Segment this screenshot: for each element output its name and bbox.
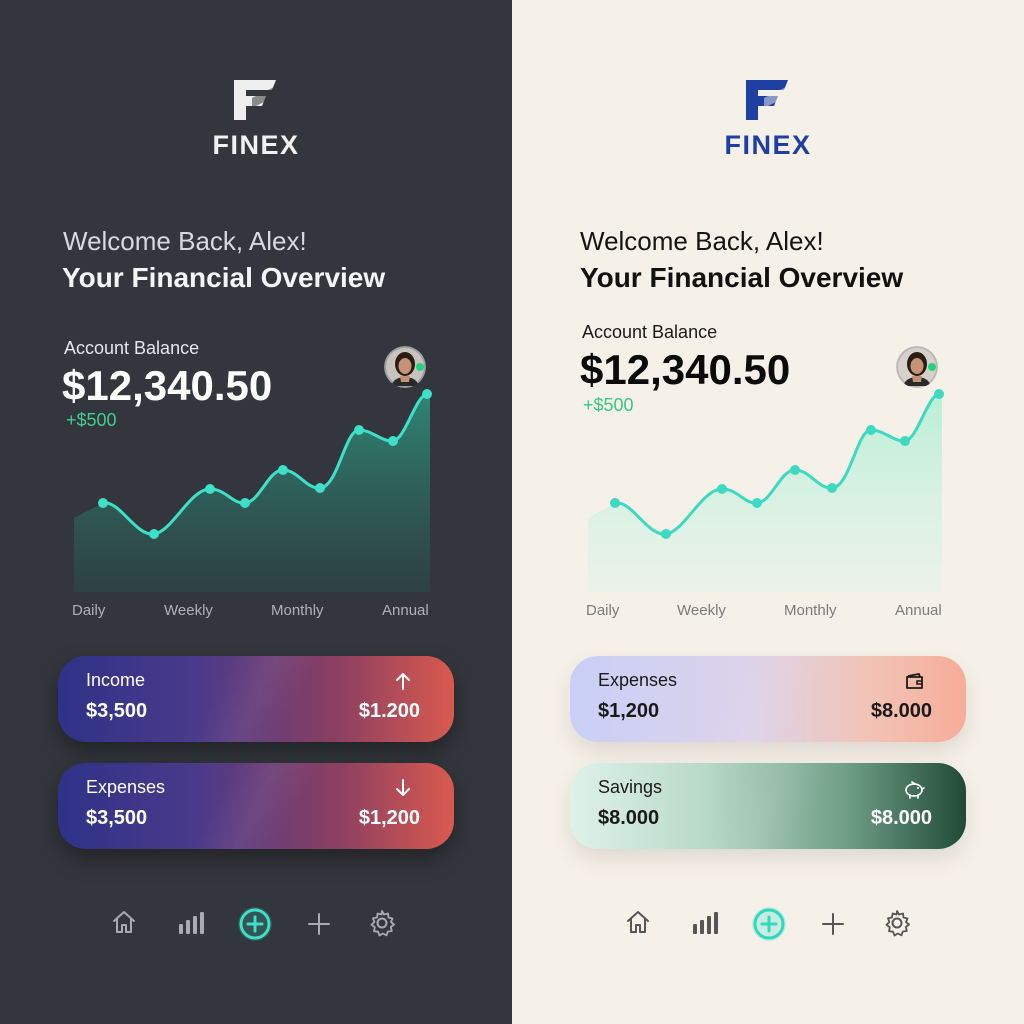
expenses-card[interactable]: Expenses $1,200 $8.000: [570, 656, 966, 742]
balance-chart: [588, 389, 944, 592]
chart-point: [866, 425, 876, 435]
add-circle-icon: [238, 907, 272, 941]
chart-point: [149, 529, 159, 539]
nav-stats-button[interactable]: [177, 908, 209, 940]
plus-icon: [308, 913, 330, 935]
home-icon: [627, 911, 649, 933]
period-weekly[interactable]: Weekly: [164, 602, 213, 619]
savings-card[interactable]: Savings $8.000 $8.000: [570, 763, 966, 849]
card-title: Expenses: [86, 777, 166, 797]
period-monthly[interactable]: Monthly: [271, 602, 324, 619]
nav-plus-button[interactable]: [818, 909, 848, 939]
card-secondary-value: $1.200: [358, 700, 420, 722]
card-secondary-value: $1,200: [358, 807, 420, 829]
chart-point: [900, 436, 910, 446]
nav-add-button[interactable]: [236, 905, 274, 943]
nav-home-button[interactable]: [624, 908, 656, 940]
light-theme-panel: FINEX Welcome Back, Alex! Your Financial…: [512, 0, 1024, 1024]
home-icon: [113, 911, 135, 933]
chart-point: [752, 498, 762, 508]
balance-chart: [74, 389, 432, 592]
bar-chart-icon: [693, 912, 718, 934]
period-annual[interactable]: Annual: [382, 602, 429, 619]
chart-point: [388, 436, 398, 446]
period-daily[interactable]: Daily: [586, 602, 619, 619]
plus-icon: [822, 913, 844, 935]
arrow-up-icon: [396, 673, 410, 690]
chart-point: [934, 389, 944, 399]
chart-point: [278, 465, 288, 475]
card-secondary-value: $8.000: [870, 700, 932, 722]
chart-point: [790, 465, 800, 475]
nav-add-button[interactable]: [750, 905, 788, 943]
card-primary-value: $3,500: [86, 807, 148, 829]
chart-point: [354, 425, 364, 435]
add-circle-icon: [752, 907, 786, 941]
card-primary-value: $8.000: [598, 807, 660, 829]
chart-point: [240, 498, 250, 508]
card-primary-value: $1,200: [598, 700, 660, 722]
card-secondary-value: $8.000: [870, 807, 932, 829]
chart-point: [661, 529, 671, 539]
period-monthly[interactable]: Monthly: [784, 602, 837, 619]
gear-icon: [885, 910, 910, 937]
nav-home-button[interactable]: [110, 908, 142, 940]
card-title: Income: [86, 670, 146, 690]
period-weekly[interactable]: Weekly: [677, 602, 726, 619]
period-daily[interactable]: Daily: [72, 602, 105, 619]
card-title: Expenses: [598, 670, 678, 690]
nav-stats-button[interactable]: [691, 908, 723, 940]
chart-area: [74, 394, 430, 592]
piggy-bank-icon: [905, 781, 925, 799]
nav-plus-button[interactable]: [304, 909, 334, 939]
nav-settings-button[interactable]: [882, 908, 914, 940]
chart-point: [205, 484, 215, 494]
period-annual[interactable]: Annual: [895, 602, 942, 619]
arrow-down-icon: [396, 779, 410, 796]
chart-point: [827, 483, 837, 493]
card-sheen: [58, 656, 454, 742]
gear-icon: [370, 910, 395, 937]
income-card[interactable]: Income $3,500 $1.200: [58, 656, 454, 742]
bar-chart-icon: [179, 912, 204, 934]
nav-settings-button[interactable]: [367, 908, 399, 940]
chart-point: [315, 483, 325, 493]
card-title: Savings: [598, 777, 663, 797]
wallet-icon: [906, 673, 923, 689]
dark-theme-panel: FINEX Welcome Back, Alex! Your Financial…: [0, 0, 512, 1024]
card-primary-value: $3,500: [86, 700, 148, 722]
chart-point: [610, 498, 620, 508]
card-sheen: [570, 656, 966, 742]
card-sheen: [570, 763, 966, 849]
expenses-card[interactable]: Expenses $3,500 $1,200: [58, 763, 454, 849]
chart-point: [717, 484, 727, 494]
card-sheen: [58, 763, 454, 849]
chart-area: [588, 394, 942, 592]
chart-point: [98, 498, 108, 508]
chart-point: [422, 389, 432, 399]
